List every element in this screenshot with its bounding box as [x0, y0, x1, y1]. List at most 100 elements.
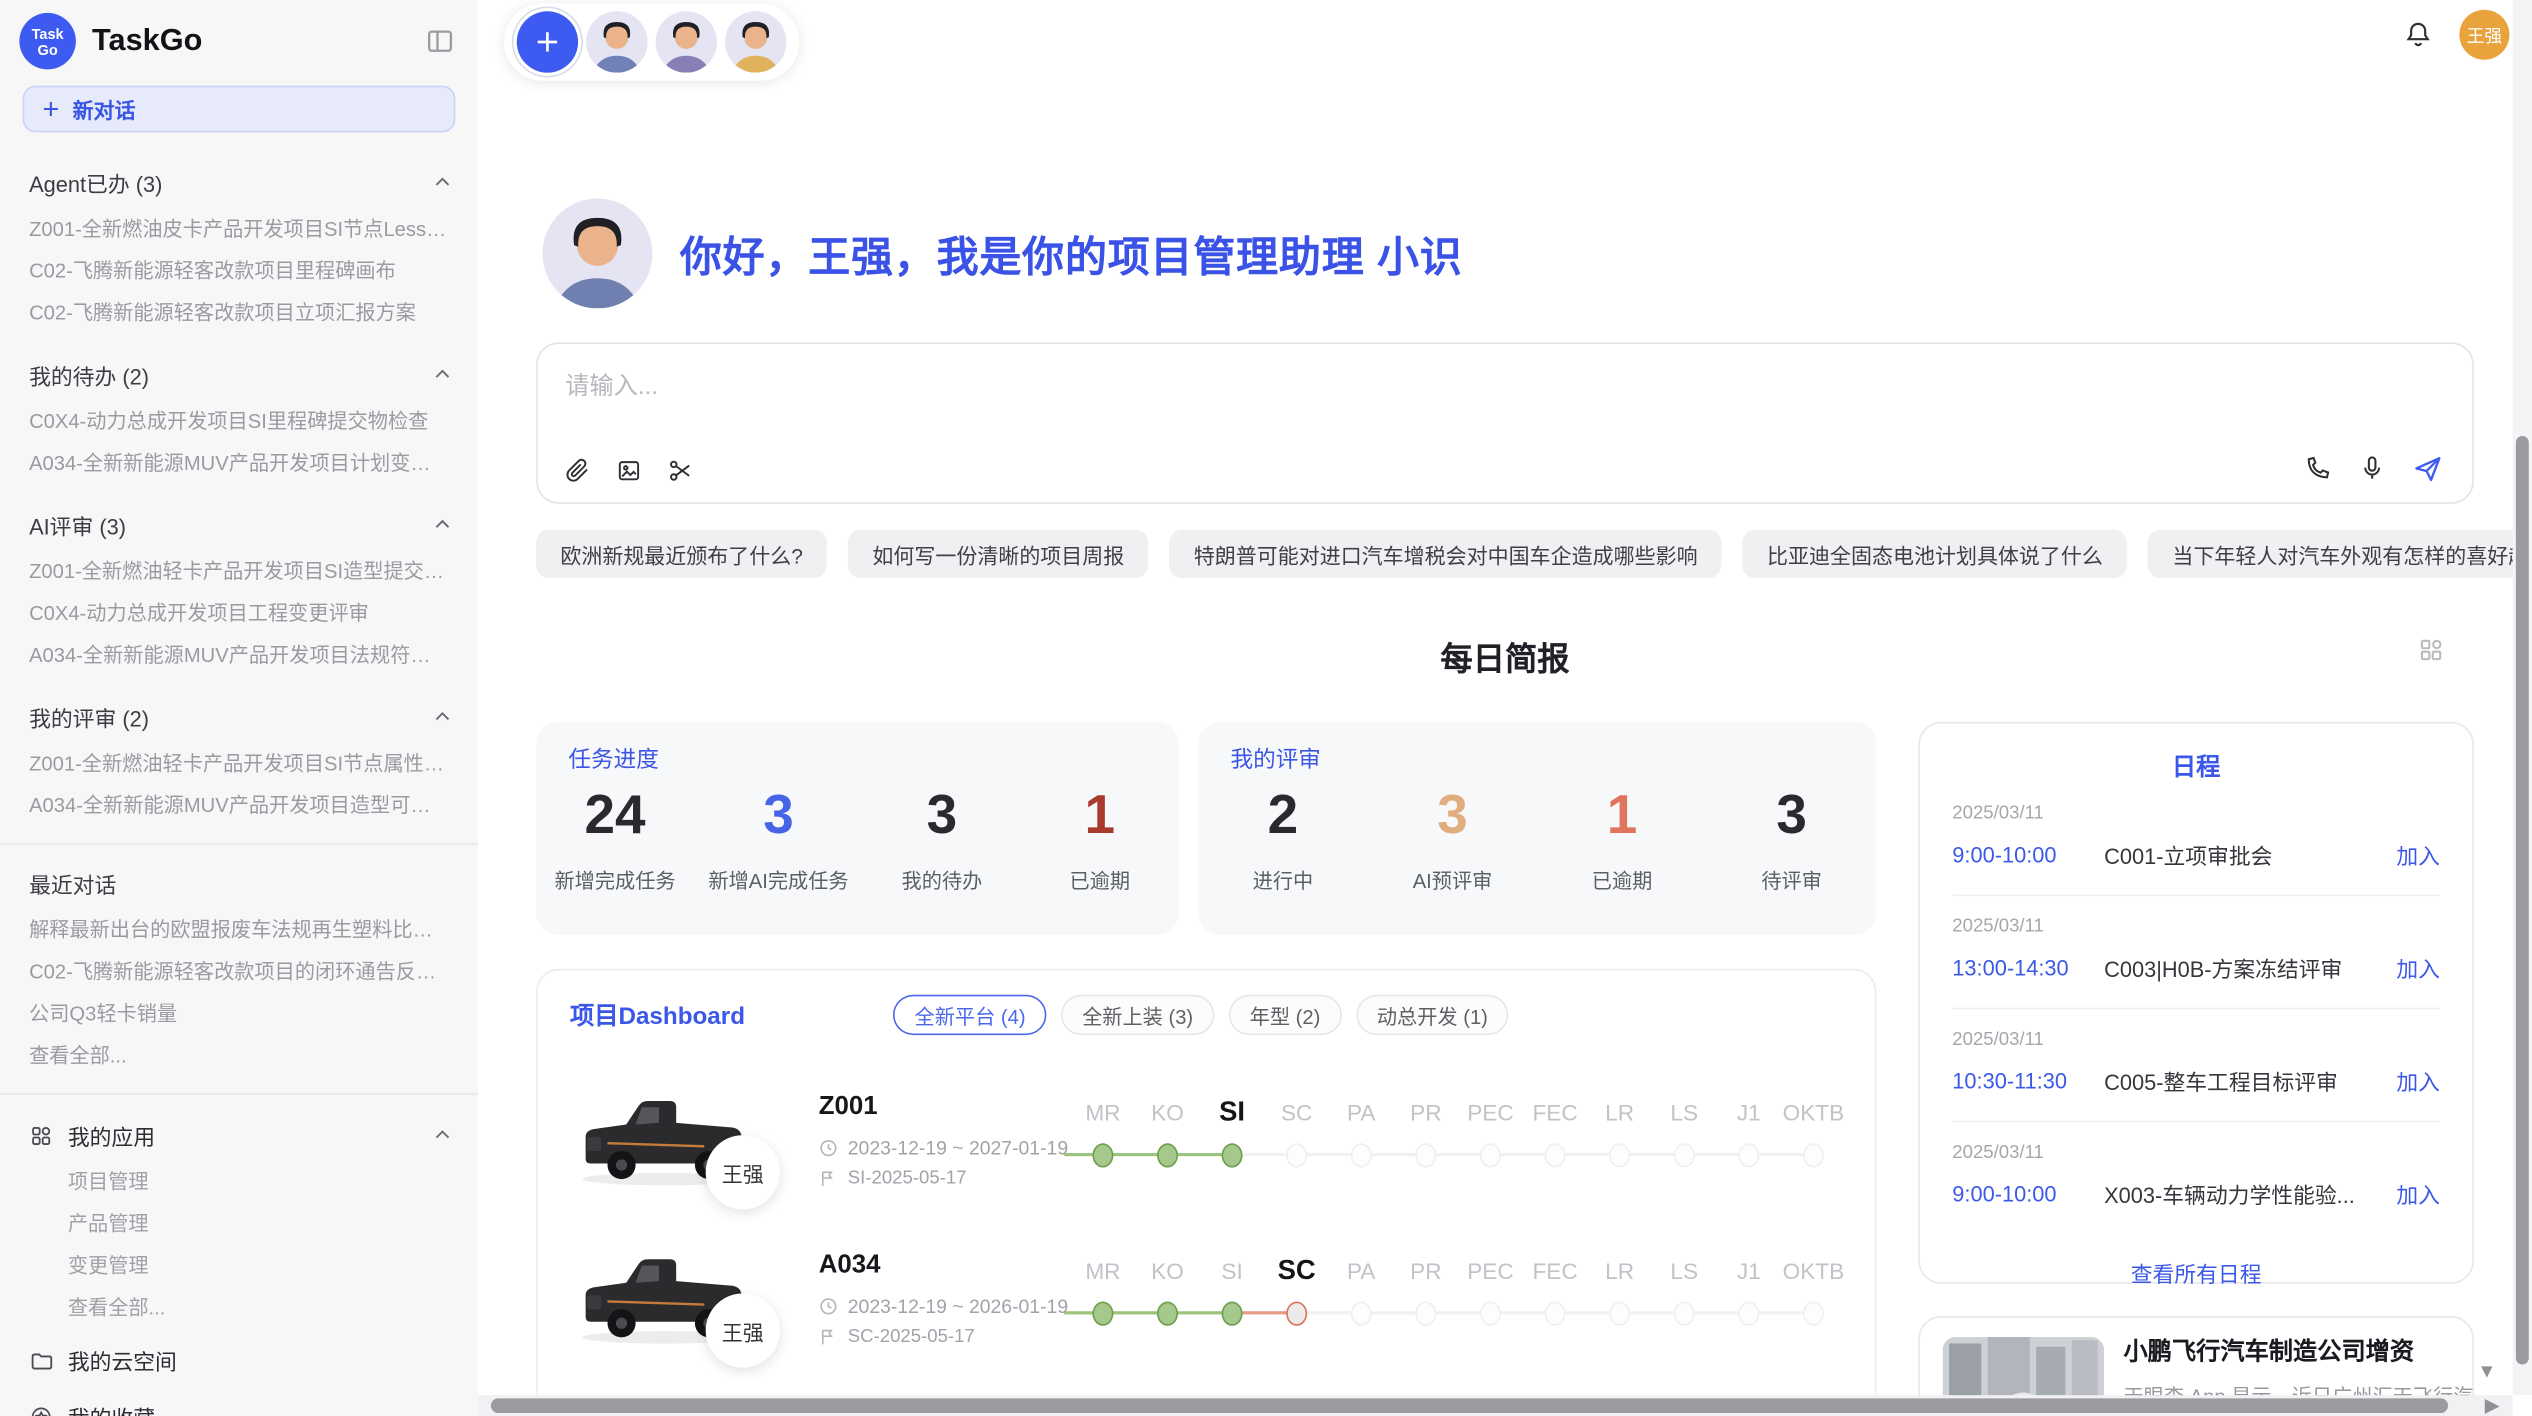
sidebar-item-cloud-space[interactable]: 我的云空间 [0, 1344, 478, 1376]
vertical-scrollbar-thumb[interactable] [2516, 436, 2529, 1365]
event-date: 2025/03/11 [1952, 1030, 2440, 1049]
paperclip-icon[interactable] [564, 457, 591, 484]
topbar-right: 王强 [2403, 10, 2510, 60]
sidebar-item[interactable]: A034-全新新能源MUV产品开发项目计划变更表编写 [0, 452, 478, 475]
milestone-dot-done [1092, 1302, 1113, 1326]
schedule-event: 2025/03/11 10:30-11:30 C005-整车工程目标评审 加入 [1952, 1009, 2440, 1122]
input-tools-right [2303, 454, 2443, 485]
star-badge-icon [29, 1404, 53, 1416]
phone-icon[interactable] [2303, 454, 2332, 485]
view-all-schedule-link[interactable]: 查看所有日程 [1952, 1256, 2440, 1288]
sidebar-section-my-todo[interactable]: 我的待办 (2) [0, 358, 478, 390]
recent-conversation-item[interactable]: 公司Q3轻卡销量 [0, 1003, 478, 1026]
chat-input[interactable]: 请输入... [536, 342, 2474, 503]
event-date: 2025/03/11 [1952, 1143, 2440, 1162]
app-link-project-mgmt[interactable]: 项目管理 [0, 1171, 478, 1194]
recent-view-all[interactable]: 查看全部... [0, 1045, 478, 1068]
milestone-dot [1674, 1302, 1695, 1326]
milestone-dot [1738, 1143, 1759, 1167]
scissors-icon[interactable] [667, 457, 694, 484]
send-icon[interactable] [2413, 454, 2444, 485]
daily-brief-header: 每日简报 [536, 633, 2474, 672]
image-icon[interactable] [615, 457, 642, 484]
recent-conversation-item[interactable]: 解释最新出台的欧盟报废车法规再生塑料比例被调至15%... [0, 919, 478, 942]
favorites-label: 我的收藏 [68, 1400, 155, 1416]
suggestion-chip[interactable]: 当下年轻人对汽车外观有怎样的喜好趋势 [2148, 530, 2532, 578]
sidebar-item[interactable]: Z001-全新燃油轻卡产品开发项目SI造型提交物评审 [0, 560, 478, 583]
divider [0, 843, 478, 845]
apps-view-all[interactable]: 查看全部... [0, 1297, 478, 1320]
milestone-dot [1286, 1143, 1307, 1167]
sidebar-item[interactable]: C0X4-动力总成开发项目工程变更评审 [0, 602, 478, 625]
new-chat-button[interactable]: 新对话 [23, 86, 456, 133]
app-link-change-mgmt[interactable]: 变更管理 [0, 1255, 478, 1278]
sidebar-section-my-review[interactable]: 我的评审 (2) [0, 701, 478, 733]
join-link[interactable]: 加入 [2396, 838, 2440, 870]
filter-chip[interactable]: 动总开发 (1) [1356, 995, 1509, 1035]
suggestion-chip[interactable]: 欧洲新规最近颁布了什么? [536, 530, 827, 578]
project-row[interactable]: 王强 A034 2023-12-19 ~ 2026-01-19 SC-2025-… [570, 1248, 1842, 1351]
sidebar-item[interactable]: C02-飞腾新能源轻客改款项目里程碑画布 [0, 260, 478, 283]
app-link-product-mgmt[interactable]: 产品管理 [0, 1213, 478, 1236]
suggestion-chip[interactable]: 特朗普可能对进口汽车增税会对中国车企造成哪些影响 [1170, 530, 1722, 578]
milestone-dot [1351, 1302, 1372, 1326]
agent-avatar[interactable] [656, 11, 717, 72]
clock-icon [819, 1297, 838, 1316]
stat-review-overdue: 1已逾期 [1557, 783, 1686, 894]
sidebar-item[interactable]: Z001-全新燃油皮卡产品开发项目SI节点Lesson Learn报告 [0, 218, 478, 241]
layout-grid-icon[interactable] [2417, 636, 2444, 663]
chevron-up-icon [433, 707, 452, 726]
filter-chip[interactable]: 全新上装 (3) [1061, 995, 1214, 1035]
chevron-up-icon [433, 515, 452, 534]
project-row[interactable]: 王强 Z001 2023-12-19 ~ 2027-01-19 SI-2025-… [570, 1090, 1842, 1193]
milestone-timeline: MR KO SI SC PA PR PEC FEC LR LS J1 OKTB [1071, 1096, 1846, 1193]
add-agent-button[interactable] [517, 11, 578, 72]
sidebar-item-my-apps[interactable]: 我的应用 [0, 1119, 478, 1151]
milestone-dot-done [1157, 1143, 1178, 1167]
stat-my-todo: 3我的待办 [877, 783, 1006, 894]
sidebar-item[interactable]: A034-全新新能源MUV产品开发项目法规符合性评审 [0, 644, 478, 667]
chevron-up-icon [433, 173, 452, 192]
join-link[interactable]: 加入 [2396, 951, 2440, 983]
horizontal-scrollbar-thumb[interactable] [491, 1398, 2448, 1413]
filter-chip[interactable]: 年型 (2) [1229, 995, 1342, 1035]
sidebar-item[interactable]: A034-全新新能源MUV产品开发项目造型可行性评审 [0, 794, 478, 817]
agent-avatar[interactable] [725, 11, 786, 72]
milestone-dot [1545, 1302, 1566, 1326]
milestone-dot [1415, 1143, 1436, 1167]
filter-chip-active[interactable]: 全新平台 (4) [894, 995, 1047, 1035]
apps-grid-icon [29, 1123, 53, 1147]
sidebar-item[interactable]: Z001-全新燃油轻卡产品开发项目SI节点属性5D文件评审 [0, 752, 478, 775]
flag-icon [819, 1169, 838, 1188]
join-link[interactable]: 加入 [2396, 1064, 2440, 1096]
recent-conversation-item[interactable]: C02-飞腾新能源轻客改款项目的闭环通告反馈情况 [0, 961, 478, 984]
recent-conversations-title: 最近对话 [0, 867, 478, 899]
notification-bell-icon[interactable] [2403, 19, 2434, 50]
sidebar-header: Task Go TaskGo [0, 0, 478, 79]
vertical-scrollbar[interactable] [2513, 0, 2532, 1395]
sidebar-item[interactable]: C02-飞腾新能源轻客改款项目立项汇报方案 [0, 302, 478, 325]
greeting: 你好，王强，我是你的项目管理助理 小识 [543, 199, 1463, 309]
milestone-dot-done [1157, 1302, 1178, 1326]
sidebar-section-ai-review[interactable]: AI评审 (3) [0, 509, 478, 541]
milestone-dot [1609, 1143, 1630, 1167]
join-link[interactable]: 加入 [2396, 1177, 2440, 1209]
sidebar-item[interactable]: C0X4-动力总成开发项目SI里程碑提交物检查 [0, 410, 478, 433]
suggestion-chip[interactable]: 如何写一份清晰的项目周报 [848, 530, 1148, 578]
scroll-down-arrow[interactable]: ▼ [2477, 1361, 2496, 1380]
app-title: TaskGo [92, 23, 202, 59]
mic-icon[interactable] [2358, 454, 2387, 485]
main-area: 王强 你好，王强，我是你的项目管理助理 小识 请输入... 欧洲新规最近颁布了什… [478, 0, 2532, 1416]
milestone-dot [1480, 1302, 1501, 1326]
milestone-dot [1738, 1302, 1759, 1326]
scroll-right-arrow[interactable]: ▶ [2485, 1395, 2500, 1414]
agent-avatar[interactable] [586, 11, 647, 72]
stat-in-progress: 2进行中 [1218, 783, 1347, 894]
user-avatar[interactable]: 王强 [2459, 10, 2509, 60]
sidebar-item-favorites[interactable]: 我的收藏 [0, 1400, 478, 1416]
suggestion-chip[interactable]: 比亚迪全固态电池计划具体说了什么 [1743, 530, 2127, 578]
sidebar-section-agent-done[interactable]: Agent已办 (3) [0, 166, 478, 198]
horizontal-scrollbar[interactable] [478, 1395, 2513, 1416]
app-logo: Task Go [19, 13, 76, 70]
collapse-sidebar-icon[interactable] [425, 26, 456, 57]
